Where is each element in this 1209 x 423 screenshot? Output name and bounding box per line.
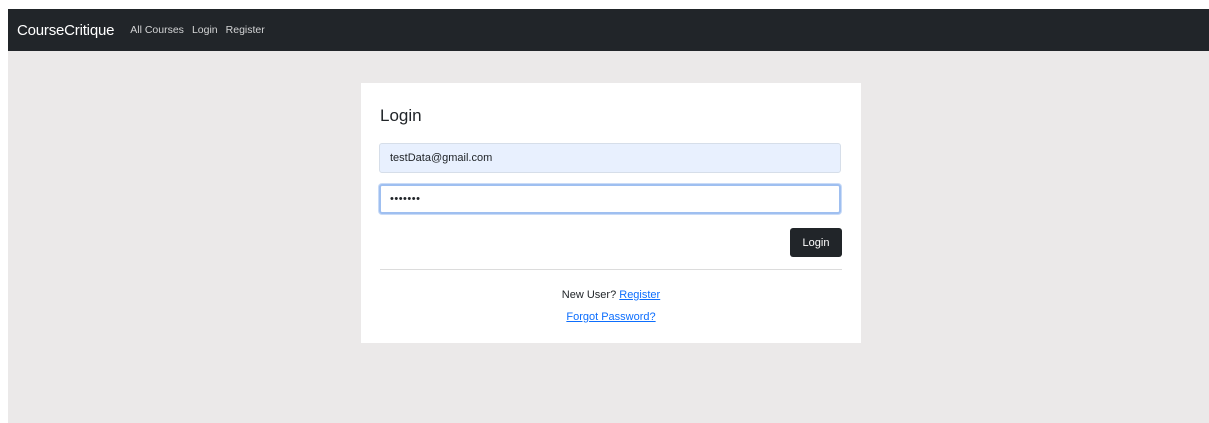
login-card: Login Login New User? Register Forgot Pa…	[361, 83, 861, 343]
nav-link-login[interactable]: Login	[192, 24, 218, 36]
password-input[interactable]	[379, 184, 841, 214]
forgot-password-line: Forgot Password?	[361, 311, 861, 323]
top-navbar: CourseCritique All Courses Login Registe…	[8, 9, 1209, 51]
nav-link-register[interactable]: Register	[226, 24, 265, 36]
app-window: CourseCritique All Courses Login Registe…	[8, 9, 1209, 423]
login-button[interactable]: Login	[790, 228, 842, 257]
new-user-text: New User?	[561, 289, 617, 301]
form-divider	[380, 269, 842, 270]
email-input[interactable]	[379, 143, 841, 173]
forgot-password-link[interactable]: Forgot Password?	[566, 311, 655, 323]
new-user-line: New User? Register	[361, 289, 861, 301]
nav-link-all-courses[interactable]: All Courses	[130, 24, 184, 36]
register-link[interactable]: Register	[619, 289, 660, 301]
login-title: Login	[380, 106, 422, 125]
brand-logo[interactable]: CourseCritique	[17, 22, 114, 39]
